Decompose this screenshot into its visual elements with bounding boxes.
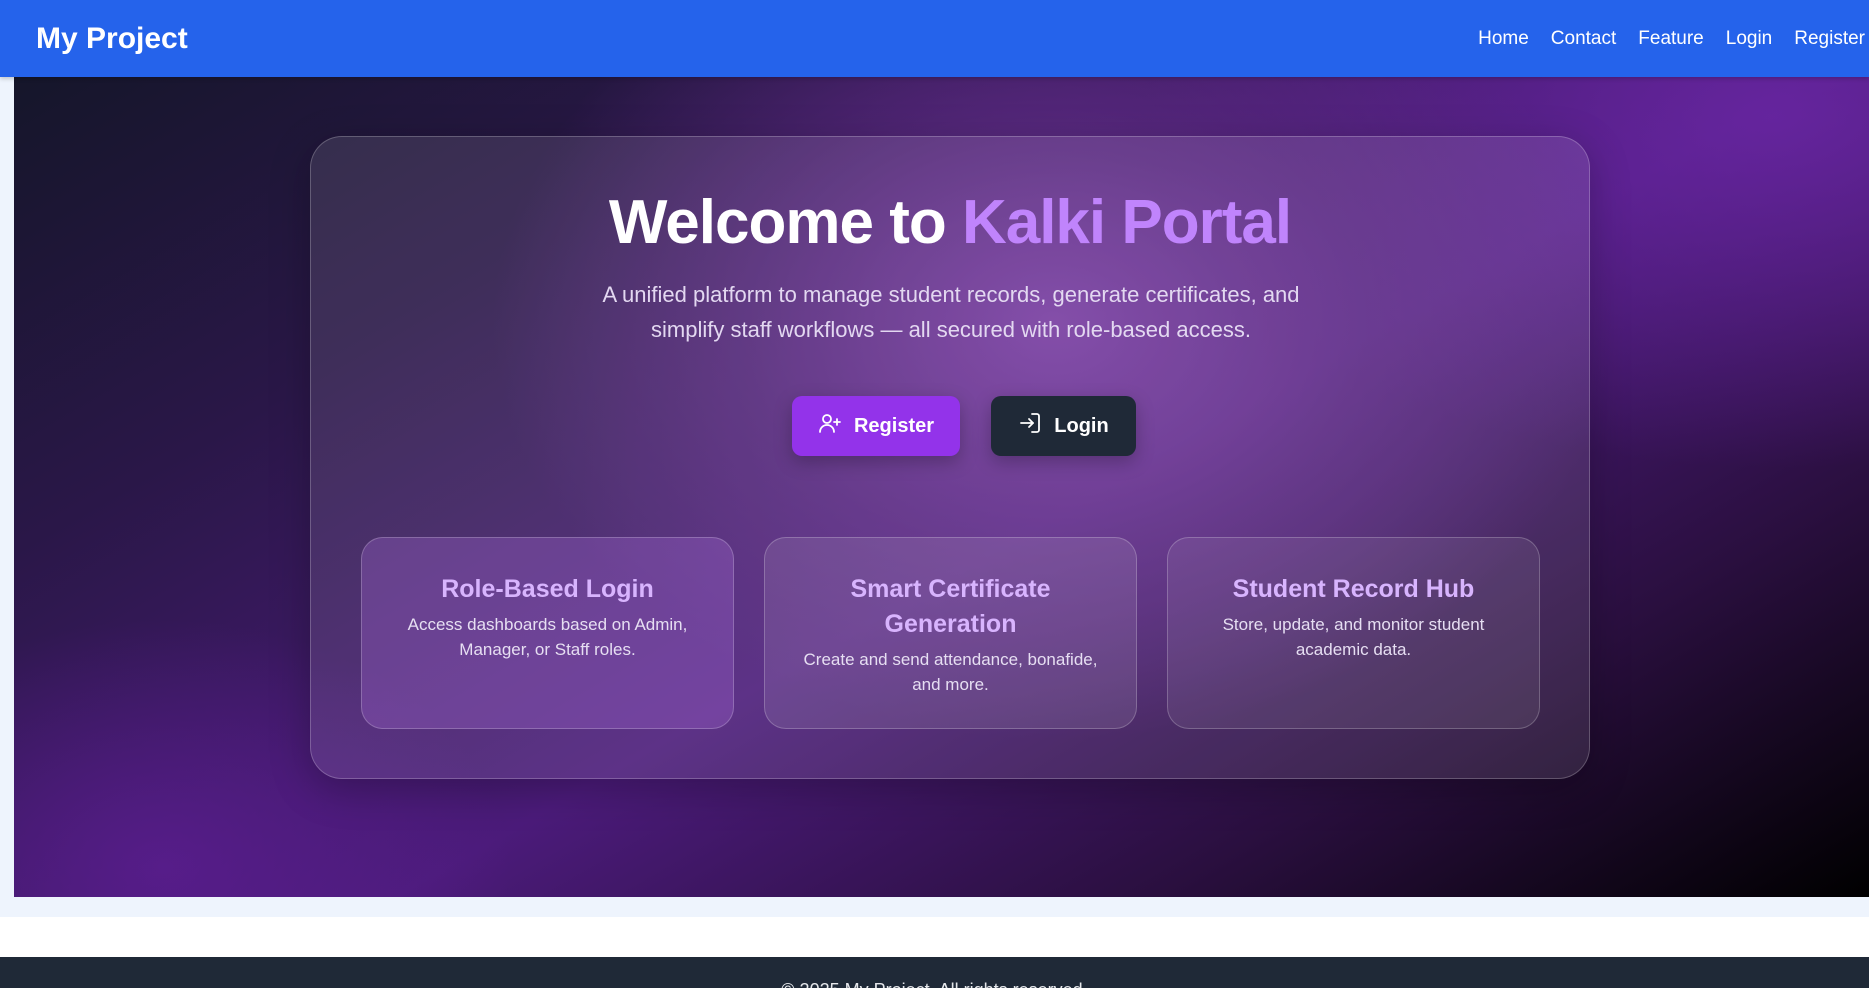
login-button-label: Login (1054, 414, 1109, 437)
feature-title: Smart Certificate Generation (850, 575, 1051, 638)
feature-card-student-record-hub: Student Record Hub Store, update, and mo… (1167, 537, 1540, 729)
feature-card-smart-certificate: Smart Certificate Generation Create and … (764, 537, 1137, 729)
hero-title-prefix: Welcome to (608, 188, 962, 257)
register-button-label: Register (853, 414, 935, 437)
hero-card: Welcome to Kalki Portal A unified platfo… (310, 136, 1590, 779)
feature-description: Store, update, and monitor student acade… (1222, 615, 1485, 659)
register-button[interactable]: Register (792, 396, 960, 456)
feature-title: Role-Based Login (441, 575, 654, 603)
hero-title-accent: Kalki Portal (961, 188, 1292, 257)
navbar: My Project Home Contact Feature Login Re… (0, 0, 1869, 77)
feature-description: Create and send attendance, bonafide, an… (803, 650, 1098, 694)
footer-copyright: © 2025 My Project. All rights reserved. (0, 980, 1869, 988)
hero-title: Welcome to Kalki Portal (311, 187, 1589, 258)
hero-subtitle: A unified platform to manage student rec… (602, 282, 1300, 342)
user-plus-icon (818, 411, 842, 441)
feature-title: Student Record Hub (1232, 575, 1475, 603)
hero-section: Welcome to Kalki Portal A unified platfo… (14, 77, 1869, 897)
nav-link-register[interactable]: Register (1794, 28, 1865, 50)
nav-link-home[interactable]: Home (1478, 28, 1529, 50)
nav-link-contact[interactable]: Contact (1551, 28, 1616, 50)
nav-links: Home Contact Feature Login Register (1478, 28, 1869, 50)
login-arrow-icon (1018, 411, 1042, 441)
footer: © 2025 My Project. All rights reserved. (0, 957, 1869, 988)
feature-description: Access dashboards based on Admin, Manage… (407, 615, 688, 659)
nav-link-feature[interactable]: Feature (1638, 28, 1703, 50)
feature-card-role-based-login: Role-Based Login Access dashboards based… (361, 537, 734, 729)
login-button[interactable]: Login (991, 396, 1136, 456)
nav-link-login[interactable]: Login (1726, 28, 1773, 50)
brand-logo[interactable]: My Project (36, 22, 188, 56)
